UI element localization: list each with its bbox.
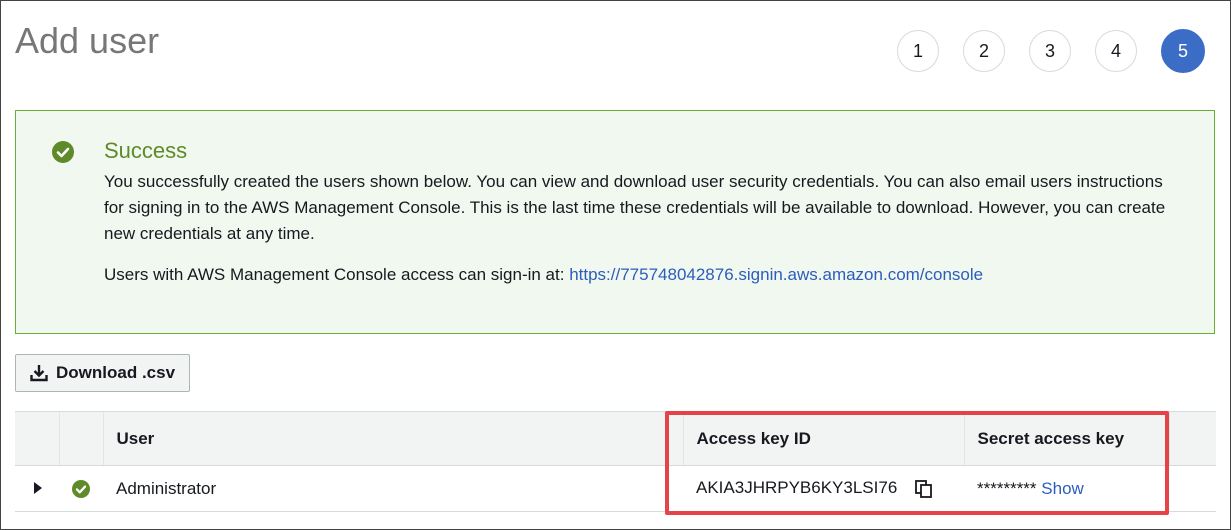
step-3[interactable]: 3 — [1029, 30, 1071, 72]
download-csv-button[interactable]: Download .csv — [15, 354, 190, 392]
table-row: Administrator AKIA3JHRPYB6KY3LSI76 *****… — [15, 465, 1216, 512]
step-1[interactable]: 1 — [897, 30, 939, 72]
signin-prefix: Users with AWS Management Console access… — [104, 265, 570, 284]
access-key-id-value: AKIA3JHRPYB6KY3LSI76 — [696, 478, 898, 498]
expand-triangle-icon[interactable] — [34, 481, 42, 494]
secret-masked-value: ********* — [977, 478, 1037, 498]
show-secret-link[interactable]: Show — [1041, 479, 1084, 498]
step-4[interactable]: 4 — [1095, 30, 1137, 72]
download-icon — [30, 365, 48, 382]
copy-icon[interactable] — [914, 479, 934, 499]
page-title: Add user — [15, 20, 160, 61]
row-spacer — [1169, 465, 1216, 512]
alert-heading: Success — [104, 138, 188, 163]
wizard-steps: 1 2 3 4 5 — [897, 29, 1205, 73]
header-access-key-id[interactable]: Access key ID — [682, 411, 964, 466]
header-spacer — [1168, 411, 1216, 466]
header-user[interactable]: User — [102, 411, 683, 466]
secret-access-key-cell: ********* Show — [964, 465, 1169, 512]
alert-body: You successfully created the users shown… — [104, 172, 1166, 243]
header-expand — [15, 411, 59, 466]
success-check-icon — [52, 141, 74, 163]
step-2[interactable]: 2 — [963, 30, 1005, 72]
table-header-row: User Access key ID Secret access key — [15, 411, 1216, 466]
header-secret-access-key[interactable]: Secret access key — [963, 411, 1169, 466]
users-credentials-table: User Access key ID Secret access key Adm… — [15, 411, 1216, 512]
success-alert: Success You successfully created the use… — [15, 110, 1215, 334]
status-cell — [59, 465, 103, 512]
user-name-cell: Administrator — [103, 465, 683, 512]
header-status — [58, 411, 103, 466]
step-5-active[interactable]: 5 — [1161, 29, 1205, 73]
download-csv-label: Download .csv — [56, 363, 176, 382]
expand-cell[interactable] — [15, 465, 59, 512]
user-success-icon — [72, 480, 90, 499]
signin-url-link[interactable]: https://775748042876.signin.aws.amazon.c… — [569, 265, 983, 284]
access-key-id-cell: AKIA3JHRPYB6KY3LSI76 — [683, 465, 964, 512]
signin-line: Users with AWS Management Console access… — [104, 265, 983, 285]
